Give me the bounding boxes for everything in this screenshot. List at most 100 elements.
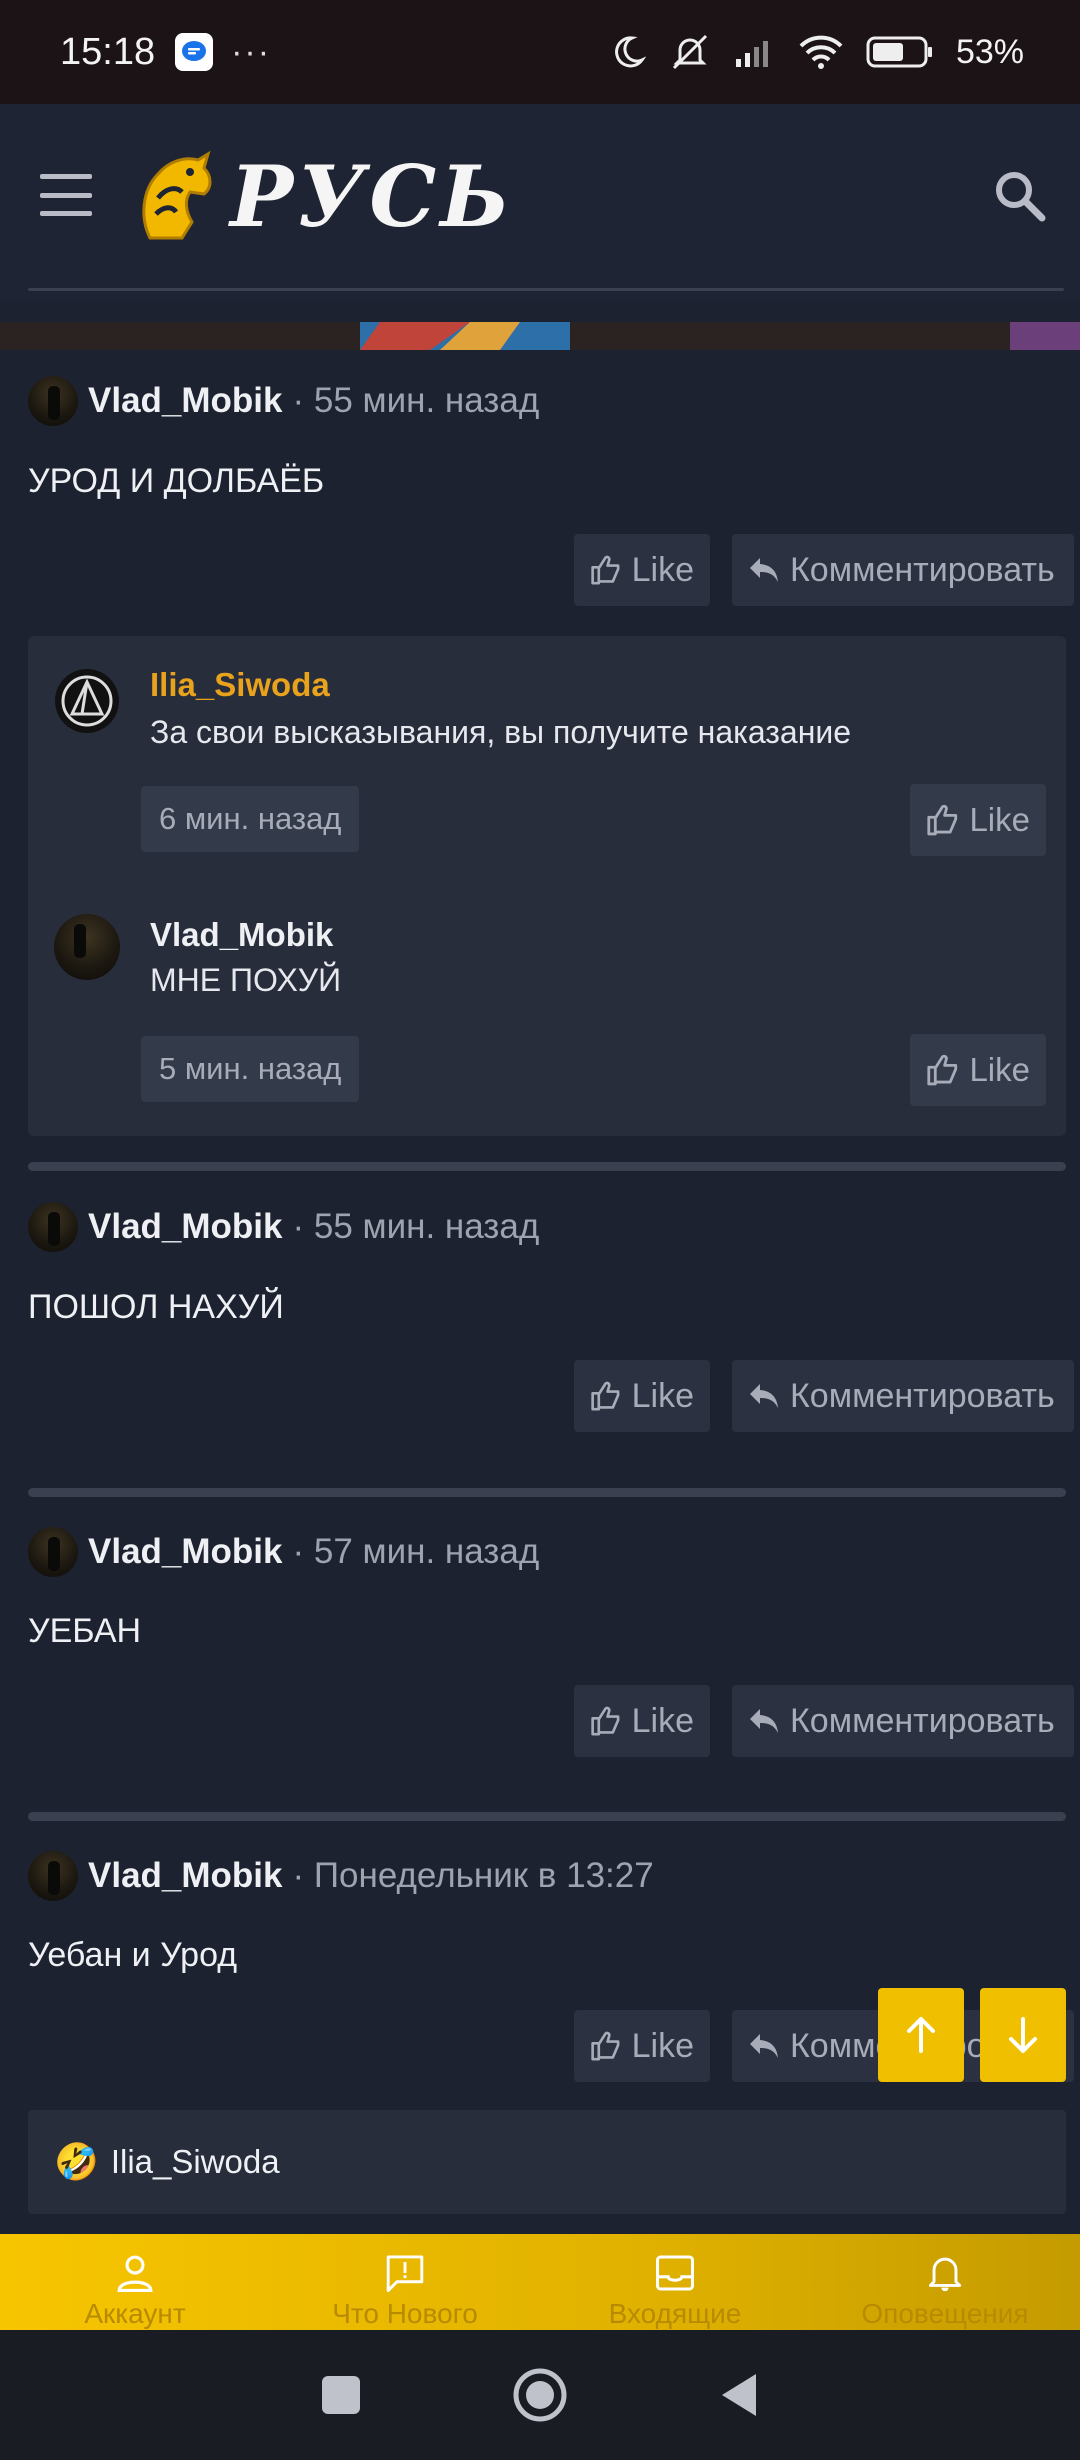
- thumbs-up-icon: [591, 555, 620, 585]
- comment-label: Комментировать: [790, 1701, 1055, 1740]
- reaction-user[interactable]: Ilia_Siwoda: [111, 2143, 280, 2181]
- thumbs-up-icon: [927, 1054, 958, 1086]
- avatar[interactable]: [28, 1527, 78, 1577]
- whats-new-icon: [386, 2255, 424, 2292]
- comment-text: МНЕ ПОХУЙ: [150, 962, 342, 998]
- comment-like-button[interactable]: Like: [910, 784, 1046, 856]
- like-label: Like: [631, 550, 694, 589]
- home-icon[interactable]: [512, 2367, 568, 2423]
- arrow-down-icon: [1009, 2017, 1037, 2053]
- status-time: 15:18: [60, 30, 156, 73]
- like-label: Like: [631, 1376, 694, 1415]
- thumbs-up-icon: [591, 1706, 620, 1736]
- system-nav-bar: [0, 2330, 1080, 2460]
- post-time[interactable]: · 55 мин. назад: [292, 1207, 539, 1247]
- laughing-emoji-icon: 🤣: [54, 2141, 99, 2182]
- comment-button[interactable]: Комментировать: [732, 1360, 1074, 1432]
- comment-label: Комментировать: [790, 550, 1055, 589]
- comment-text: За свои высказывания, вы получите наказа…: [150, 714, 852, 750]
- moon-icon: [615, 36, 646, 68]
- like-button[interactable]: Like: [574, 2010, 710, 2082]
- thumbs-up-icon: [591, 2031, 620, 2061]
- post-text: УРОД И ДОЛБАЁБ: [28, 462, 325, 500]
- post-text: УЕБАН: [28, 1612, 142, 1650]
- banner-strip: [0, 322, 1080, 350]
- nav-label: Аккаунт: [84, 2298, 186, 2329]
- post-divider: [28, 1488, 1066, 1497]
- hamburger-icon[interactable]: [40, 174, 92, 216]
- avatar[interactable]: [28, 1202, 78, 1252]
- app-header: РУСЬ: [0, 104, 1080, 300]
- header-divider: [28, 288, 1064, 291]
- post-time[interactable]: · Понедельник в 13:27: [292, 1856, 653, 1896]
- post-divider: [28, 1812, 1066, 1821]
- nav-notifications[interactable]: Оповещения: [810, 2234, 1080, 2330]
- post-author[interactable]: Vlad_Mobik: [88, 1856, 282, 1896]
- logo-text: РУСЬ: [230, 146, 514, 246]
- status-more: ···: [231, 32, 272, 71]
- silent-bell-icon: [672, 34, 707, 70]
- battery-percent: 53%: [955, 32, 1024, 71]
- post-author[interactable]: Vlad_Mobik: [88, 1207, 282, 1247]
- horse-logo-icon: [142, 150, 212, 240]
- comment-button[interactable]: Комментировать: [732, 1685, 1074, 1757]
- site-logo[interactable]: РУСЬ: [132, 146, 514, 246]
- battery-icon: [866, 36, 932, 68]
- avatar[interactable]: [28, 376, 78, 426]
- like-button[interactable]: Like: [574, 534, 710, 606]
- bottom-navigation: Аккаунт Что Нового Входящие Оповещения: [0, 2234, 1080, 2330]
- comment-time[interactable]: 5 мин. назад: [141, 1036, 360, 1102]
- comments-block: Ilia_Siwoda За свои высказывания, вы пол…: [28, 636, 1066, 1136]
- account-icon: [117, 2255, 153, 2292]
- post-header: Vlad_Mobik · 55 мин. назад: [28, 1202, 539, 1252]
- post-author[interactable]: Vlad_Mobik: [88, 1532, 282, 1572]
- like-button[interactable]: Like: [574, 1360, 710, 1432]
- like-label: Like: [969, 801, 1030, 838]
- comment-time[interactable]: 6 мин. назад: [141, 786, 360, 852]
- comment-avatar[interactable]: [54, 668, 120, 734]
- post-text: Уебан и Урод: [28, 1936, 238, 1974]
- post-header: Vlad_Mobik · 55 мин. назад: [28, 376, 539, 426]
- post-text: ПОШОЛ НАХУЙ: [28, 1288, 284, 1326]
- comment-time-label: 6 мин. назад: [159, 801, 342, 836]
- recent-apps-icon[interactable]: [320, 2374, 362, 2416]
- like-label: Like: [631, 1701, 694, 1740]
- comment-like-button[interactable]: Like: [910, 1034, 1046, 1106]
- nav-label: Оповещения: [861, 2298, 1029, 2329]
- thumbs-up-icon: [591, 1381, 620, 1411]
- post-header: Vlad_Mobik · 57 мин. назад: [28, 1527, 539, 1577]
- wifi-icon: [799, 35, 843, 69]
- reply-icon: [750, 1384, 778, 1408]
- messages-app-icon: [175, 33, 214, 71]
- nav-whats-new[interactable]: Что Нового: [270, 2234, 540, 2330]
- reply-icon: [750, 1709, 778, 1733]
- nav-inbox[interactable]: Входящие: [540, 2234, 810, 2330]
- like-label: Like: [631, 2026, 694, 2065]
- status-bar: 15:18 ··· 53%: [0, 0, 1080, 104]
- nav-label: Что Нового: [332, 2298, 478, 2329]
- back-icon[interactable]: [718, 2372, 760, 2418]
- avatar[interactable]: [28, 1851, 78, 1901]
- comment-time-label: 5 мин. назад: [159, 1051, 342, 1086]
- scroll-down-button[interactable]: [980, 1988, 1066, 2082]
- post-time[interactable]: · 57 мин. назад: [292, 1532, 539, 1572]
- reply-icon: [750, 2034, 778, 2058]
- post-author[interactable]: Vlad_Mobik: [88, 381, 282, 421]
- reactions-bar[interactable]: 🤣 Ilia_Siwoda: [28, 2110, 1066, 2214]
- nav-account[interactable]: Аккаунт: [0, 2234, 270, 2330]
- bell-icon: [928, 2257, 962, 2292]
- like-button[interactable]: Like: [574, 1685, 710, 1757]
- like-label: Like: [969, 1051, 1030, 1088]
- comment-author[interactable]: Ilia_Siwoda: [150, 666, 330, 704]
- comment-avatar[interactable]: [54, 914, 120, 980]
- comment-author[interactable]: Vlad_Mobik: [150, 916, 333, 954]
- post-header: Vlad_Mobik · Понедельник в 13:27: [28, 1851, 654, 1901]
- signal-icon: [735, 41, 768, 67]
- post-time[interactable]: · 55 мин. назад: [292, 381, 539, 421]
- scroll-up-button[interactable]: [878, 1988, 964, 2082]
- inbox-icon: [656, 2255, 694, 2291]
- comment-button[interactable]: Комментировать: [732, 534, 1074, 606]
- search-icon[interactable]: [988, 164, 1052, 228]
- reply-icon: [750, 558, 778, 582]
- nav-label: Входящие: [608, 2298, 742, 2329]
